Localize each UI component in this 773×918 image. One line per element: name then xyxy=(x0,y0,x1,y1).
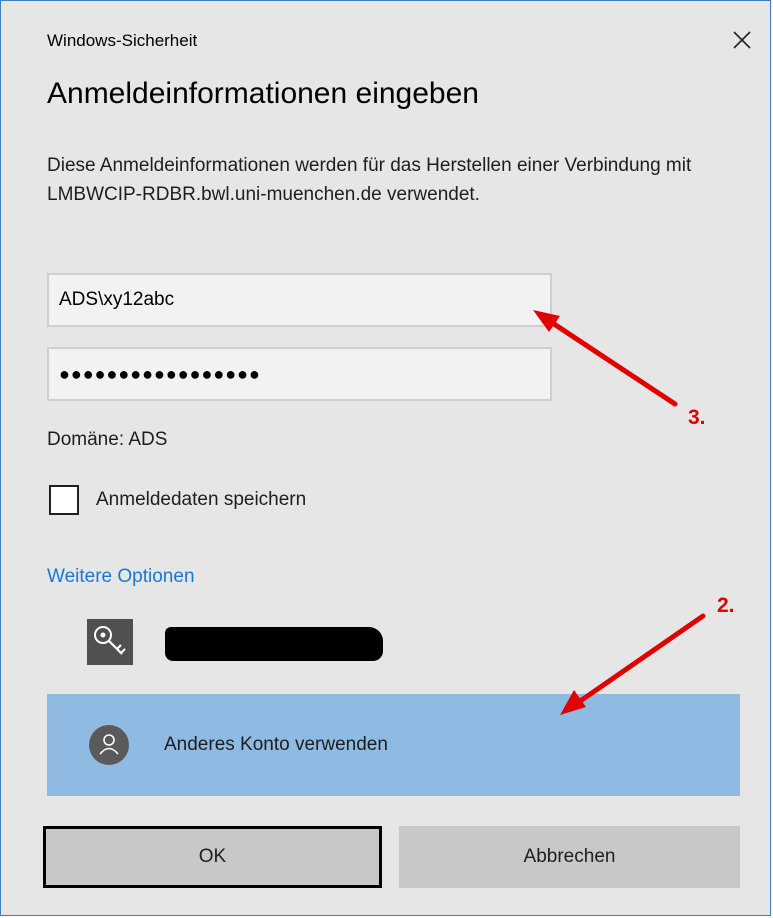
annotation-label-3: 3. xyxy=(688,406,706,429)
use-other-account-option[interactable]: Anderes Konto verwenden xyxy=(47,694,740,796)
dialog-heading: Anmeldeinformationen eingeben xyxy=(47,77,479,110)
key-icon xyxy=(87,619,133,665)
credential-dialog: Windows-Sicherheit Anmeldeinformationen … xyxy=(0,0,771,916)
more-options-link[interactable]: Weitere Optionen xyxy=(47,566,195,588)
username-field[interactable] xyxy=(47,273,552,327)
remember-credentials-label[interactable]: Anmeldedaten speichern xyxy=(96,489,306,511)
use-other-account-label: Anderes Konto verwenden xyxy=(164,734,388,755)
close-icon[interactable] xyxy=(729,27,755,53)
remember-credentials-checkbox[interactable] xyxy=(49,485,79,515)
redacted-account-name xyxy=(165,627,383,661)
domain-text: Domäne: ADS xyxy=(47,429,168,450)
saved-credential-option[interactable] xyxy=(47,607,740,675)
user-avatar-icon xyxy=(89,725,129,765)
dialog-description: Diese Anmeldeinformationen werden für da… xyxy=(47,155,692,205)
ok-button[interactable]: OK xyxy=(43,826,382,888)
cancel-button[interactable]: Abbrechen xyxy=(399,826,740,888)
annotation-label-2: 2. xyxy=(717,594,735,617)
password-field[interactable] xyxy=(47,347,552,401)
window-title: Windows-Sicherheit xyxy=(47,31,198,50)
